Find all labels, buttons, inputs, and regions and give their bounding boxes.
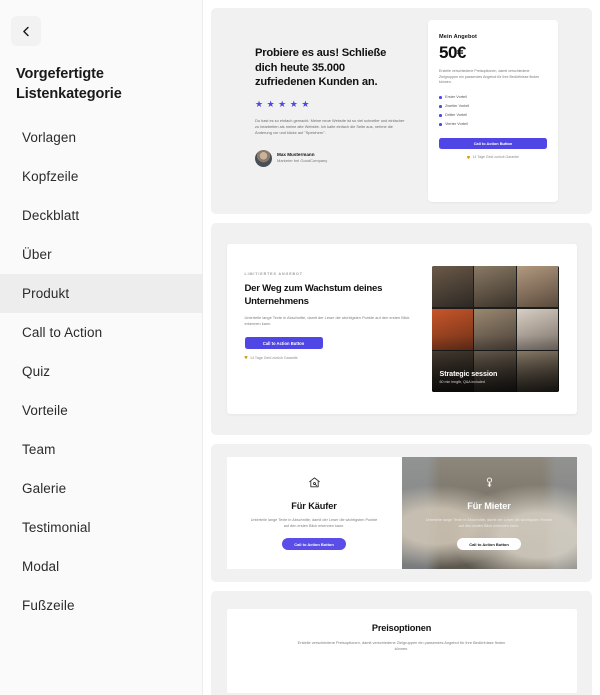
video-caption: Strategic session 60 min length, Q&A inc…	[440, 369, 498, 385]
video-thumbnail[interactable]: Strategic session 60 min length, Q&A inc…	[431, 266, 559, 392]
sidebar-item-label: Call to Action	[22, 325, 103, 340]
offer-description: Erstelle verschiedene Preisoptionen, dam…	[439, 69, 540, 85]
list-item: Erster Vorteil	[439, 93, 547, 102]
guarantee-label: 14 Tage Geld zurück Garantie	[472, 155, 519, 160]
testimonial-headline: Probiere es aus! Schließe dich heute 35.…	[255, 47, 387, 88]
sidebar-item-label: Quiz	[22, 364, 51, 379]
split-cta-button[interactable]: Call to Action Button	[282, 538, 346, 550]
feature-label: Erster Vorteil	[445, 95, 467, 100]
split-half-renters[interactable]: Für Mieter Unterteile lange Texte in Abs…	[401, 457, 577, 569]
star-icon: ★	[255, 98, 264, 109]
bullet-icon	[439, 104, 442, 108]
split-card: Für Käufer Unterteile lange Texte in Abs…	[226, 457, 577, 569]
key-icon	[483, 476, 496, 494]
split-title: Für Mieter	[467, 501, 511, 511]
author-name: Max Mustermann	[277, 152, 315, 158]
avatar	[255, 149, 272, 167]
sidebar-item-label: Kopfzeile	[22, 169, 79, 184]
growth-card[interactable]: LIMITIERTES ANGEBOT Der Weg zum Wachstum…	[226, 244, 577, 414]
sidebar-item-quiz[interactable]: Quiz	[0, 352, 202, 391]
feature-list: Erster Vorteil Zweiter Vorteil Dritter V…	[439, 93, 547, 129]
template-gallery: Probiere es aus! Schließe dich heute 35.…	[203, 0, 600, 695]
bullet-icon	[439, 122, 442, 126]
star-icon: ★	[278, 98, 287, 109]
split-half-buyers[interactable]: Für Käufer Unterteile lange Texte in Abs…	[226, 457, 402, 569]
price-options-title: Preisoptionen	[371, 623, 432, 633]
sidebar-item-label: Vorteile	[22, 403, 68, 418]
price-options-body: Erstelle verschiedene Preisoptionen, dam…	[297, 640, 506, 652]
split-body: Unterteile lange Texte in Abschnitte, da…	[425, 518, 553, 528]
list-item: Vierter Vorteil	[439, 120, 547, 129]
sidebar-item-label: Produkt	[22, 286, 70, 301]
feature-label: Dritter Vorteil	[445, 113, 468, 118]
growth-content: LIMITIERTES ANGEBOT Der Weg zum Wachstum…	[244, 266, 418, 392]
split-cta-button[interactable]: Call to Action Button	[457, 538, 521, 550]
sidebar-item-fusszeile[interactable]: Fußzeile	[0, 586, 202, 625]
offer-label: Mein Angebot	[439, 34, 477, 40]
pricing-cta-button[interactable]: Call to Action Button	[439, 137, 547, 149]
list-item: Zweiter Vorteil	[439, 102, 547, 111]
star-icon: ★	[289, 98, 298, 109]
list-item: Dritter Vorteil	[439, 111, 547, 120]
sidebar-item-deckblatt[interactable]: Deckblatt	[0, 196, 202, 235]
sidebar-item-call-to-action[interactable]: Call to Action	[0, 313, 202, 352]
sidebar-item-team[interactable]: Team	[0, 430, 202, 469]
sidebar-item-produkt[interactable]: Produkt	[0, 274, 202, 313]
shield-icon: ⛊	[244, 355, 248, 361]
feature-label: Zweiter Vorteil	[445, 104, 470, 109]
sidebar-item-vorlagen[interactable]: Vorlagen	[0, 118, 202, 157]
template-block-testimonial-pricing[interactable]: Probiere es aus! Schließe dich heute 35.…	[211, 8, 592, 214]
star-rating: ★ ★ ★ ★ ★	[255, 98, 407, 109]
sidebar-item-label: Team	[22, 442, 56, 457]
chevron-left-icon	[21, 26, 32, 37]
testimonial-card[interactable]: Probiere es aus! Schließe dich heute 35.…	[245, 20, 417, 202]
template-block-price-options[interactable]: Preisoptionen Erstelle verschiedene Prei…	[211, 591, 592, 695]
sidebar-item-label: Testimonial	[22, 520, 91, 535]
guarantee-row: ⛊ 14 Tage Geld zurück Garantie	[439, 155, 547, 160]
shield-icon: ⛊	[467, 154, 471, 160]
sidebar-item-label: Deckblatt	[22, 208, 80, 223]
testimonial-body: Du hast es so einfach gemacht. Meine neu…	[255, 117, 405, 136]
split-title: Für Käufer	[291, 501, 337, 511]
template-block-growth[interactable]: LIMITIERTES ANGEBOT Der Weg zum Wachstum…	[211, 223, 592, 435]
sidebar-item-galerie[interactable]: Galerie	[0, 469, 202, 508]
video-title: Strategic session	[439, 368, 498, 378]
growth-body: Unterteile lange Texte in Abschnitte, da…	[244, 315, 410, 327]
house-icon	[308, 476, 321, 494]
sidebar-item-modal[interactable]: Modal	[0, 547, 202, 586]
sidebar-item-kopfzeile[interactable]: Kopfzeile	[0, 157, 202, 196]
feature-label: Vierter Vorteil	[445, 122, 468, 127]
sidebar: Vorgefertigte Listenkategorie Vorlagen K…	[0, 0, 203, 695]
sidebar-item-label: Fußzeile	[22, 598, 75, 613]
guarantee-row: ⛊ 14 Tage Geld zurück Garantie	[245, 355, 418, 360]
app-root: Vorgefertigte Listenkategorie Vorlagen K…	[0, 0, 600, 695]
sidebar-title: Vorgefertigte Listenkategorie	[16, 66, 122, 102]
sidebar-list: Vorlagen Kopfzeile Deckblatt Über Produk…	[0, 118, 202, 625]
bullet-icon	[439, 113, 442, 117]
template-block-split[interactable]: Für Käufer Unterteile lange Texte in Abs…	[211, 444, 592, 582]
video-meta: 60 min length, Q&A included	[439, 380, 485, 384]
sidebar-item-vorteile[interactable]: Vorteile	[0, 391, 202, 430]
star-icon: ★	[301, 98, 310, 109]
pricing-card[interactable]: Mein Angebot 50€ Erstelle verschiedene P…	[428, 20, 558, 202]
sidebar-item-label: Galerie	[22, 481, 67, 496]
growth-headline: Der Weg zum Wachstum deines Unternehmens	[244, 283, 383, 307]
growth-cta-button[interactable]: Call to Action Button	[244, 337, 323, 350]
sidebar-item-testimonial[interactable]: Testimonial	[0, 508, 202, 547]
split-body: Unterteile lange Texte in Abschnitte, da…	[250, 518, 378, 528]
price-options-card[interactable]: Preisoptionen Erstelle verschiedene Prei…	[226, 609, 577, 693]
guarantee-label: 14 Tage Geld zurück Garantie	[250, 355, 298, 360]
offer-price: 50€	[439, 43, 466, 62]
star-icon: ★	[266, 98, 275, 109]
testimonial-author: Max Mustermann Marketer bei GoodCompany	[255, 149, 407, 167]
author-role: Marketer bei GoodCompany	[277, 158, 328, 164]
sidebar-item-label: Vorlagen	[22, 130, 77, 145]
bullet-icon	[439, 95, 442, 99]
eyebrow-label: LIMITIERTES ANGEBOT	[244, 272, 303, 276]
sidebar-item-label: Modal	[22, 559, 60, 574]
back-button[interactable]	[11, 16, 41, 46]
sidebar-item-ueber[interactable]: Über	[0, 235, 202, 274]
sidebar-item-label: Über	[22, 247, 52, 262]
